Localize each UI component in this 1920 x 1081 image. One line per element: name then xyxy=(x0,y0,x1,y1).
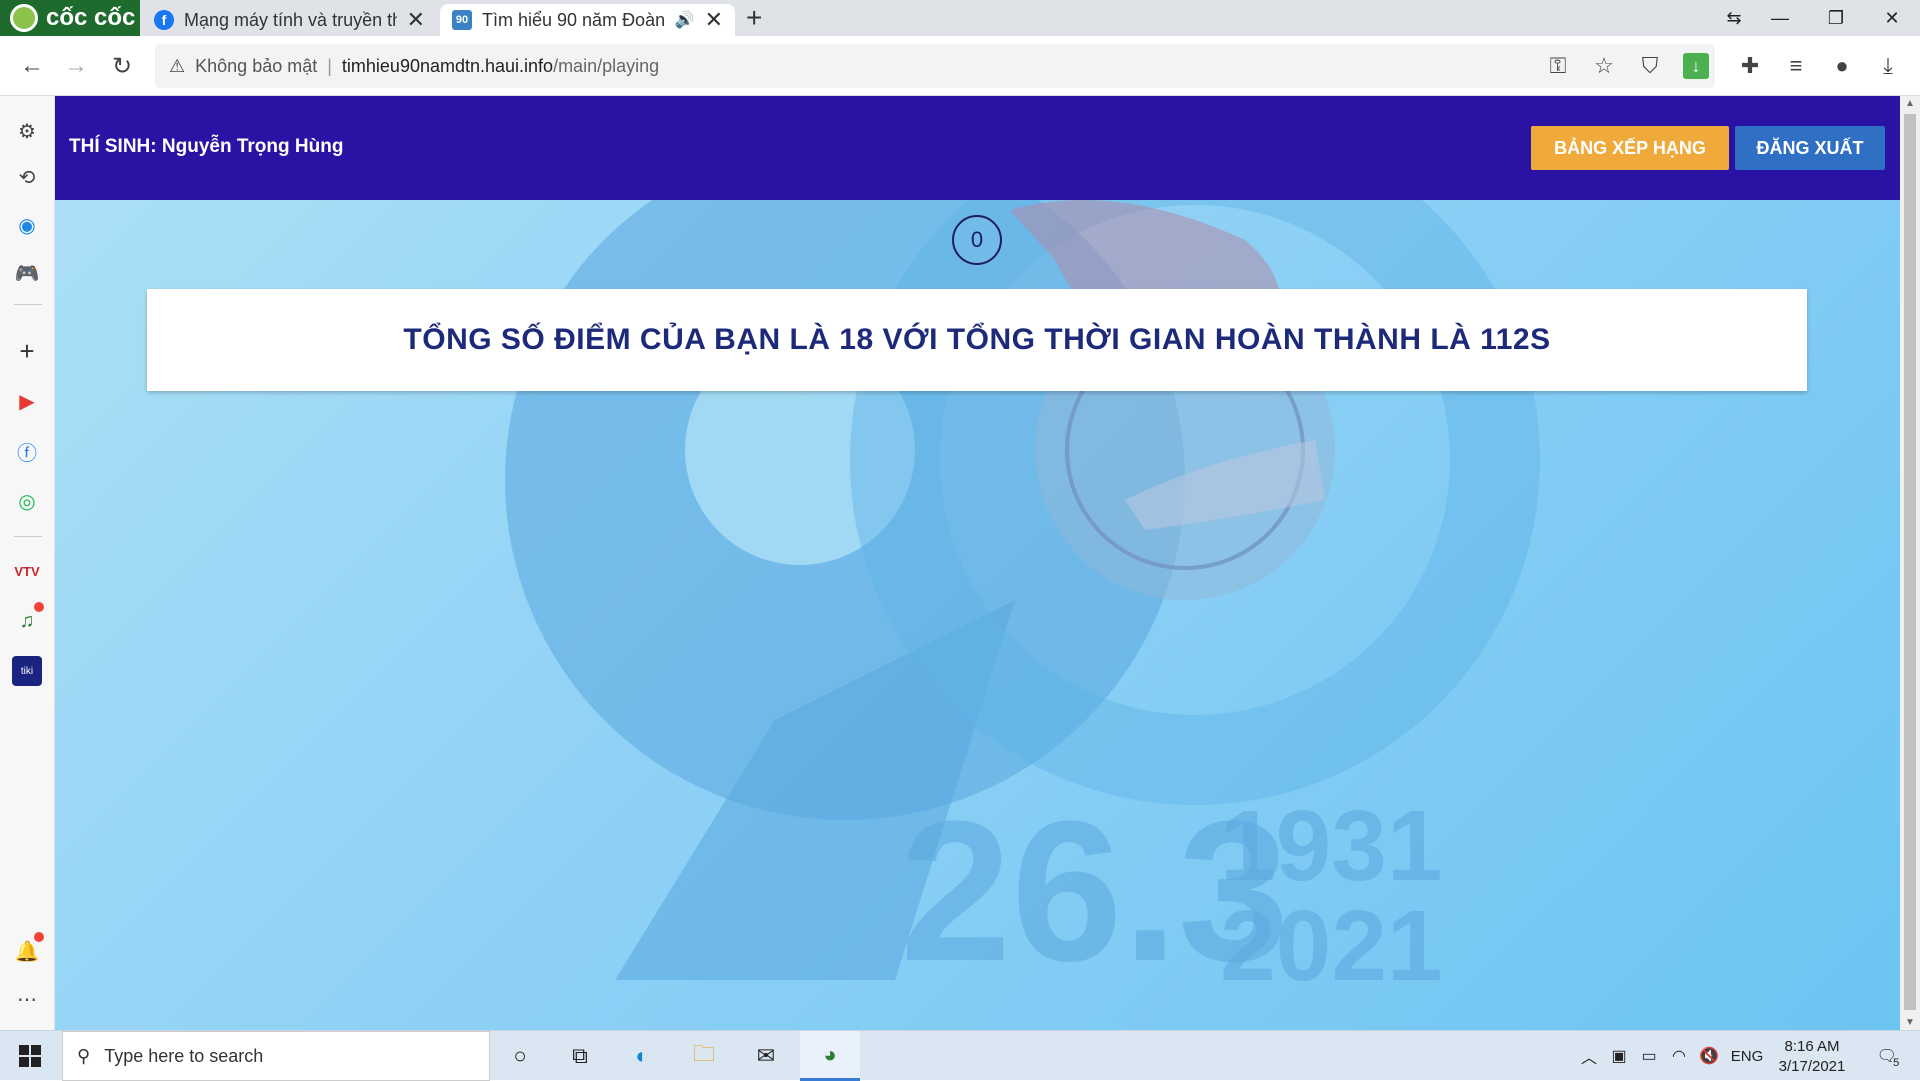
tab-title: Tìm hiểu 90 năm Đoàn Thanh niên xyxy=(482,9,665,30)
shield-icon[interactable]: ⛉ xyxy=(1634,50,1666,82)
coccoc-logo-icon xyxy=(10,4,38,32)
browser-brand-label: cốc cốc xyxy=(46,4,136,31)
ranking-button[interactable]: BẢNG XẾP HẠNG xyxy=(1531,126,1729,170)
speaker-icon[interactable]: 🔊 xyxy=(675,10,695,30)
question-counter: 0 xyxy=(952,215,1002,265)
profile-avatar-icon[interactable]: ● xyxy=(1826,50,1858,82)
forward-button[interactable]: → xyxy=(60,50,92,82)
add-shortcut-icon[interactable]: + xyxy=(12,336,42,366)
search-placeholder: Type here to search xyxy=(104,1045,264,1066)
new-tab-button[interactable]: + xyxy=(746,2,762,34)
browser-tab-strip: cốc cốc f Mạng máy tính và truyền thông … xyxy=(0,0,1920,36)
tab-quiz[interactable]: 90 Tìm hiểu 90 năm Đoàn Thanh niên 🔊 ✕ xyxy=(440,4,735,36)
close-tab-icon[interactable]: ✕ xyxy=(705,7,723,33)
sidebar-divider xyxy=(14,536,42,537)
bg-year-start: 1931 xyxy=(1220,790,1442,902)
mail-icon[interactable]: ✉ xyxy=(736,1031,796,1081)
url-path: /main/playing xyxy=(553,55,660,76)
show-hidden-icons-chevron-icon[interactable]: ︿ xyxy=(1576,1031,1602,1081)
more-options-icon[interactable]: ⋯ xyxy=(12,984,42,1014)
taskbar-search-box[interactable]: ⚲ Type here to search xyxy=(62,1031,490,1081)
address-bar[interactable]: ⚠ Không bảo mật | timhieu90namdtn.haui.i… xyxy=(155,44,1715,88)
coccoc-music-icon[interactable]: ♫ xyxy=(12,602,44,636)
vtv-go-icon[interactable]: VTV xyxy=(12,556,42,586)
notification-count: 5 xyxy=(1893,1057,1900,1069)
spotify-icon[interactable]: ◎ xyxy=(12,486,42,516)
tab-facebook[interactable]: f Mạng máy tính và truyền thông ✕ xyxy=(142,4,437,36)
minimize-button[interactable]: — xyxy=(1752,0,1808,36)
result-message: TỔNG SỐ ĐIỂM CỦA BẠN LÀ 18 VỚI TỔNG THỜI… xyxy=(403,323,1551,356)
sidebar-divider xyxy=(14,304,42,305)
extensions-puzzle-icon[interactable]: ✚ xyxy=(1734,50,1766,82)
youtube-icon[interactable]: ▶ xyxy=(12,386,42,416)
facebook-icon[interactable]: ⓕ xyxy=(12,436,42,466)
edge-browser-icon[interactable]: ◐ xyxy=(612,1031,672,1081)
result-panel: TỔNG SỐ ĐIỂM CỦA BẠN LÀ 18 VỚI TỔNG THỜI… xyxy=(147,289,1807,391)
page-scrollbar[interactable]: ▲ ▼ xyxy=(1900,96,1920,1030)
downloads-icon[interactable]: ⤓ xyxy=(1872,50,1904,82)
file-explorer-icon[interactable]: 🗀 xyxy=(674,1031,734,1081)
language-indicator[interactable]: ENG xyxy=(1728,1031,1766,1081)
gamepad-icon[interactable]: 🎮 xyxy=(12,258,42,288)
security-label[interactable]: Không bảo mật xyxy=(195,56,317,77)
clock-time: 8:16 AM xyxy=(1784,1038,1840,1055)
tiki-icon[interactable]: tiki xyxy=(12,656,42,686)
bg-year-end: 2021 xyxy=(1220,890,1442,1002)
download-extension-icon[interactable]: ↓ xyxy=(1683,53,1709,79)
maximize-button[interactable]: ❐ xyxy=(1808,0,1864,36)
separator: | xyxy=(327,55,332,76)
coccoc-taskbar-icon[interactable]: ◕ xyxy=(800,1031,860,1081)
scroll-up-arrow-icon[interactable]: ▲ xyxy=(1905,98,1915,109)
facebook-icon: f xyxy=(154,10,174,30)
scroll-down-arrow-icon[interactable]: ▼ xyxy=(1905,1017,1915,1028)
volume-muted-icon[interactable]: 🔇 xyxy=(1696,1031,1722,1081)
action-center-icon[interactable]: 🗨 5 xyxy=(1868,1031,1908,1081)
task-view-icon[interactable]: ⧉ xyxy=(550,1031,610,1081)
messenger-icon[interactable]: ◉ xyxy=(12,210,42,240)
logout-button[interactable]: ĐĂNG XUẤT xyxy=(1735,126,1885,170)
url-host: timhieu90namdtn.haui.info xyxy=(341,55,554,76)
meet-now-icon[interactable]: ▣ xyxy=(1606,1031,1632,1081)
media-queue-icon[interactable]: ≡ xyxy=(1780,50,1812,82)
close-window-button[interactable]: ✕ xyxy=(1864,0,1920,36)
history-icon[interactable]: ⟲ xyxy=(12,162,42,192)
key-icon[interactable]: ⚿ xyxy=(1542,50,1574,82)
clock-date: 3/17/2021 xyxy=(1778,1058,1846,1075)
browser-sidebar: ⚙ ⟲ ◉ 🎮 + ▶ ⓕ ◎ VTV ♫ tiki 🔔 ⋯ xyxy=(0,96,55,1030)
back-button[interactable]: ← xyxy=(16,50,48,82)
search-icon: ⚲ xyxy=(77,1045,91,1066)
ninety-years-icon: 90 xyxy=(452,10,472,30)
wifi-icon[interactable]: ◠ xyxy=(1666,1031,1692,1081)
reload-button[interactable]: ↻ xyxy=(106,50,138,82)
tab-title: Mạng máy tính và truyền thông xyxy=(184,9,397,30)
close-tab-icon[interactable]: ✕ xyxy=(407,7,425,33)
system-clock[interactable]: 8:16 AM 3/17/2021 xyxy=(1762,1037,1862,1077)
settings-gear-icon[interactable]: ⚙ xyxy=(12,116,42,146)
cortana-icon[interactable]: ○ xyxy=(490,1031,550,1081)
battery-icon[interactable]: ▭ xyxy=(1636,1031,1662,1081)
start-button[interactable] xyxy=(0,1031,60,1081)
quiz-page: 26.3 1931 2021 THÍ SINH: Nguyễn Trọng Hù… xyxy=(55,96,1900,1030)
warning-icon[interactable]: ⚠ xyxy=(169,56,185,77)
browser-toolbar: ← → ↻ ⚠ Không bảo mật | timhieu90namdtn.… xyxy=(0,36,1920,96)
windows-logo-icon xyxy=(19,1045,41,1067)
candidate-name: THÍ SINH: Nguyễn Trọng Hùng xyxy=(69,136,344,157)
windows-taskbar: ⚲ Type here to search ○ ⧉ ◐ 🗀 ✉ ◕ ︿ ▣ ▭ … xyxy=(0,1030,1920,1081)
notification-bell-icon[interactable]: 🔔 xyxy=(12,932,44,966)
page-header: THÍ SINH: Nguyễn Trọng Hùng BẢNG XẾP HẠN… xyxy=(55,96,1900,200)
bookmark-star-icon[interactable]: ☆ xyxy=(1588,50,1620,82)
scrollbar-thumb[interactable] xyxy=(1904,114,1916,1010)
coccoc-menu-button[interactable]: cốc cốc xyxy=(0,0,140,36)
